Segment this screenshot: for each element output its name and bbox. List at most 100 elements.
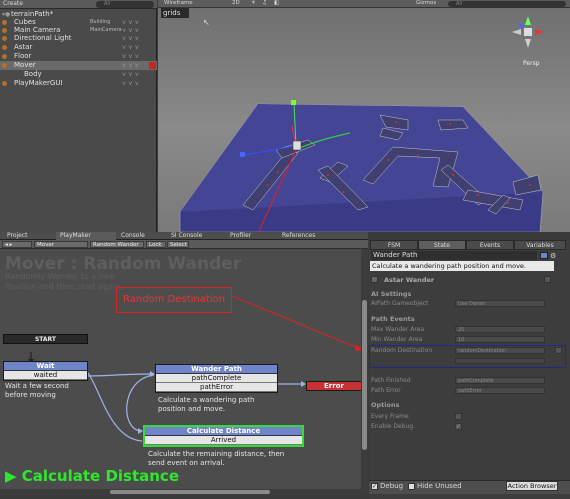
tab-project[interactable]: Project: [3, 232, 55, 240]
graph-vertical-scroll-thumb[interactable]: [362, 300, 367, 450]
enable-debug-checkbox[interactable]: ✓: [455, 423, 462, 430]
current-state-label: ▶ Calculate Distance: [5, 467, 179, 485]
hierarchy-item-label: Directional Light: [14, 34, 72, 42]
state-color-swatch[interactable]: [540, 252, 548, 259]
hierarchy-item-label: Floor: [14, 52, 32, 60]
gameobject-icon: [2, 81, 7, 86]
path-finished-label: Path Finished: [371, 377, 411, 384]
visibility-icon[interactable]: ⋎ ⋎ ⋎: [122, 43, 139, 52]
scene-toolbar: Wireframe 2D ☀ ♫ ◧ Gizmos All: [158, 0, 570, 8]
hide-unused-checkbox[interactable]: [408, 483, 415, 490]
state-name-field[interactable]: Wander Path: [371, 251, 537, 260]
gizmos-dropdown[interactable]: Gizmos: [416, 0, 436, 6]
orientation-gizmo[interactable]: [512, 16, 544, 48]
highlight-box: [369, 345, 566, 368]
path-finished-field[interactable]: pathComplete: [455, 377, 545, 384]
state-description-field[interactable]: Calculate a wandering path position and …: [370, 261, 554, 271]
select-button[interactable]: Select: [167, 241, 189, 248]
back-button[interactable]: ◂ ▸: [2, 241, 32, 248]
hierarchy-item-label: Body: [24, 70, 42, 78]
settings-gear-icon[interactable]: ⚙: [550, 252, 556, 260]
y-axis-cap: [291, 100, 296, 105]
start-node[interactable]: START: [3, 334, 88, 344]
action-enabled-checkbox[interactable]: [371, 276, 378, 283]
state-calculate-distance[interactable]: Calculate Distance Arrived: [143, 425, 304, 447]
state-event[interactable]: pathError: [156, 383, 277, 392]
hierarchy-item-playmakergui[interactable]: PlayMakerGUI ⋎ ⋎ ⋎: [0, 79, 157, 88]
state-title: Wander Path: [156, 365, 277, 374]
state-wander-path[interactable]: Wander Path pathComplete pathError: [155, 364, 278, 393]
state-error[interactable]: Error: [306, 381, 362, 391]
hierarchy-item-body[interactable]: Body ⋎ ⋎ ⋎: [0, 70, 157, 79]
state-title: Wait: [4, 362, 87, 371]
tab-playmaker[interactable]: PlayMaker: [56, 232, 116, 240]
scene-3d-viewport[interactable]: Persp: [158, 0, 570, 232]
state-event[interactable]: pathComplete: [156, 374, 277, 383]
path-error-field[interactable]: pathError: [455, 387, 545, 394]
action-settings-icon[interactable]: [544, 276, 551, 283]
action-browser-button[interactable]: Action Browser: [506, 481, 558, 491]
min-wander-field[interactable]: 10: [455, 336, 545, 343]
enable-debug-label: Enable Debug: [371, 423, 414, 430]
tab-state[interactable]: State: [418, 240, 466, 250]
hierarchy-item-mover[interactable]: Mover ⋎ ⋎ ⋎: [0, 61, 157, 70]
visibility-icon[interactable]: ⋎ ⋎ ⋎: [122, 34, 139, 43]
gameobject-dropdown-field[interactable]: Use Owner: [455, 300, 545, 307]
annotation-box: Random Destination: [116, 287, 232, 313]
visibility-icon[interactable]: ⋎ ⋎ ⋎: [122, 79, 139, 88]
hierarchy-item-directional-light[interactable]: Directional Light ⋎ ⋎ ⋎: [0, 34, 157, 43]
ai-settings-header: AI Settings: [371, 290, 412, 298]
visibility-icon[interactable]: ⋎ ⋎ ⋎: [122, 70, 139, 79]
hierarchy-search-input[interactable]: All: [96, 1, 154, 8]
every-frame-label: Every Frame: [371, 413, 409, 420]
max-wander-field[interactable]: 20: [455, 326, 545, 333]
fsm-dropdown[interactable]: Random Wander: [90, 241, 144, 248]
gameobject-icon: [2, 28, 7, 33]
state-event[interactable]: waited: [4, 371, 87, 380]
tab-console[interactable]: Console: [117, 232, 167, 240]
tab-variables[interactable]: Variables: [514, 240, 566, 250]
lock-button[interactable]: Lock: [146, 241, 166, 248]
tab-si-console[interactable]: SI Console: [167, 232, 225, 240]
playmaker-fsm-icon[interactable]: [149, 62, 156, 69]
gameobject-icon: [2, 45, 7, 50]
state-title: Calculate Distance: [145, 427, 302, 436]
effects-icon[interactable]: ◧: [274, 0, 279, 6]
gameobject-dropdown[interactable]: Mover: [34, 241, 88, 248]
scene-view[interactable]: Persp: [158, 0, 570, 232]
gameobject-label: AIPath Gameobject: [371, 300, 429, 307]
every-frame-checkbox[interactable]: [455, 413, 462, 420]
max-wander-label: Max Wander Area: [371, 326, 425, 333]
cursor-icon: ↖: [203, 18, 210, 27]
action-title[interactable]: Astar Wander: [384, 276, 434, 284]
hierarchy-toolbar: Create All: [0, 0, 157, 9]
tab-profiler[interactable]: Profiler: [226, 232, 278, 240]
current-state-text: Calculate Distance: [21, 467, 179, 485]
graph-horizontal-scroll-thumb[interactable]: [110, 490, 270, 494]
state-wait[interactable]: Wait waited: [3, 361, 88, 381]
hierarchy-item-floor[interactable]: Floor ⋎ ⋎ ⋎: [0, 52, 157, 61]
path-events-header: Path Events: [371, 315, 415, 323]
tab-events[interactable]: Events: [466, 240, 514, 250]
state-event[interactable]: Arrived: [145, 436, 302, 445]
state-description: Wait a few second before moving: [5, 382, 69, 399]
hierarchy-item-astar[interactable]: Astar ⋎ ⋎ ⋎: [0, 43, 157, 52]
create-button[interactable]: Create: [3, 0, 23, 7]
gameobject-icon: [2, 36, 7, 41]
audio-icon[interactable]: ♫: [262, 0, 267, 6]
2d-toggle[interactable]: 2D: [232, 0, 240, 6]
lighting-icon[interactable]: ☀: [251, 0, 256, 6]
state-description: Calculate the remaining distance, then s…: [148, 450, 285, 467]
z-axis-cap: [240, 152, 245, 157]
gameobject-icon: [2, 63, 7, 68]
tab-references[interactable]: References: [278, 232, 338, 240]
shading-dropdown[interactable]: Wireframe: [164, 0, 193, 6]
debug-checkbox[interactable]: ✓: [371, 483, 378, 490]
visibility-icon[interactable]: ⋎ ⋎ ⋎: [122, 61, 139, 70]
scene-search-input[interactable]: All: [448, 1, 566, 7]
visibility-icon[interactable]: ⋎ ⋎ ⋎: [122, 52, 139, 61]
persp-label[interactable]: Persp: [523, 60, 540, 67]
path-error-label: Path Error: [371, 387, 401, 394]
tab-fsm[interactable]: FSM: [370, 240, 418, 250]
mover-cube[interactable]: [292, 140, 302, 151]
